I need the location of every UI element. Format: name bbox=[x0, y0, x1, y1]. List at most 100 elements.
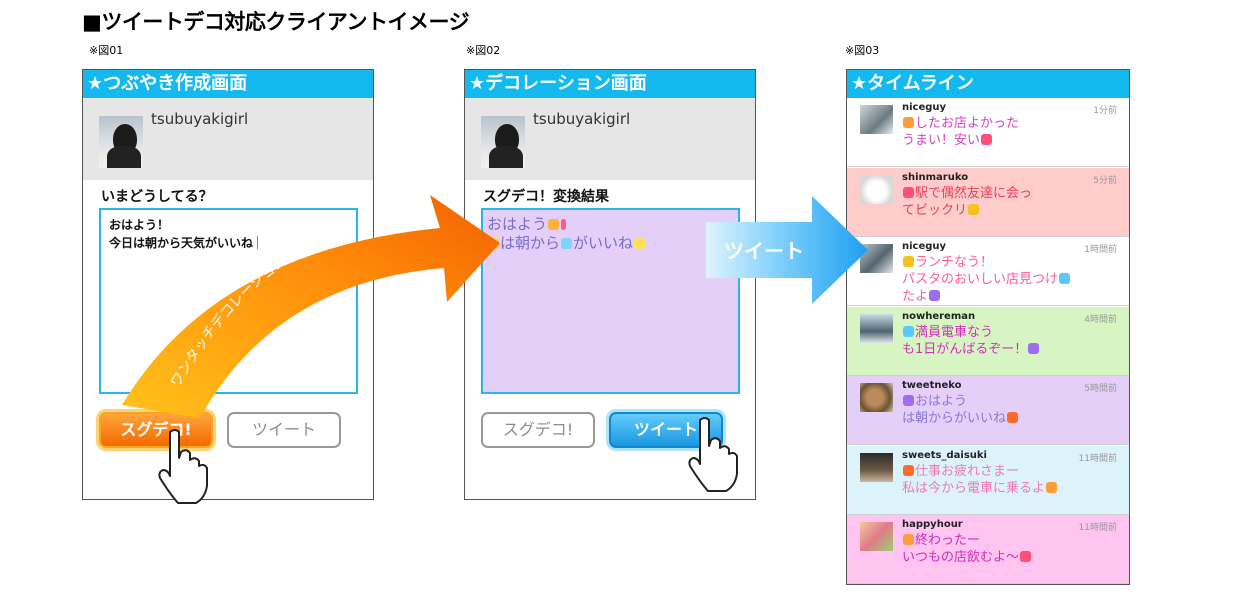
timeline-list: niceguy 1分前したお店よかったうまい！安い shinmaruko 5分前駅で偶… bbox=[847, 98, 1129, 584]
timeline-message-line: パスタのおいしい店見つけ bbox=[902, 272, 1059, 287]
timeline-row[interactable]: niceguy 1時間前ランチなう！ パスタのおいしい店見つけ たよ bbox=[847, 237, 1129, 306]
tweet-text-line1: おはよう！ bbox=[109, 218, 170, 232]
avatar[interactable] bbox=[860, 174, 893, 204]
timeline-username[interactable]: niceguy bbox=[902, 102, 946, 113]
flower-emoji-icon bbox=[548, 219, 560, 230]
avatar[interactable] bbox=[860, 522, 893, 551]
fig2-label: ※図02 bbox=[466, 44, 501, 57]
timeline-message-line: うまい！安い bbox=[902, 133, 981, 148]
page-title: ■ツイートデコ対応クライアントイメージ bbox=[82, 10, 470, 34]
deco-text-line2a: は朝から bbox=[500, 234, 561, 252]
deco-emoji-icon bbox=[903, 325, 914, 337]
avatar[interactable] bbox=[860, 383, 893, 412]
decorated-text-box[interactable]: おはよう は朝から がいいね bbox=[481, 208, 740, 394]
timeline-timestamp: 11時間前 bbox=[1078, 453, 1117, 464]
avatar bbox=[99, 116, 143, 168]
deco-emoji-icon bbox=[903, 117, 914, 128]
text-cursor bbox=[257, 236, 259, 249]
avatar[interactable] bbox=[860, 244, 893, 273]
timeline-username[interactable]: niceguy bbox=[902, 241, 946, 252]
deco-emoji-icon bbox=[929, 290, 941, 301]
timeline-row[interactable]: tweetneko 5時間前おはようは朝からがいいね bbox=[847, 376, 1129, 445]
sugudeco-button[interactable]: スグデコ! bbox=[99, 412, 213, 448]
timeline-timestamp: 1分前 bbox=[1093, 106, 1117, 116]
deco-text-line1: おはよう bbox=[487, 215, 548, 233]
tweet-button[interactable]: ツイート bbox=[227, 412, 341, 448]
timeline-row[interactable]: happyhour 11時間前終わったーいつもの店飲むよ〜 bbox=[847, 515, 1129, 584]
timeline-message: 仕事お疲れさまー 私は今から電車に乗るよ bbox=[902, 463, 1058, 497]
deco-emoji-icon bbox=[1020, 551, 1032, 562]
tweet-button[interactable]: ツイート bbox=[609, 412, 723, 448]
deco-emoji-icon bbox=[1028, 342, 1040, 354]
decoration-header: ★デコレーション画面 bbox=[465, 70, 755, 98]
timeline-timestamp: 5分前 bbox=[1093, 175, 1117, 186]
fig3-label: ※図03 bbox=[845, 44, 880, 57]
timeline-message: 終わったーいつもの店飲むよ〜 bbox=[902, 532, 1032, 566]
timeline-message-line: したお店よかった bbox=[915, 116, 1020, 131]
timeline-message: したお店よかったうまい！安い bbox=[902, 115, 1019, 149]
compose-header: ★つぶやき作成画面 bbox=[83, 70, 373, 98]
timeline-timestamp: 11時間前 bbox=[1078, 523, 1117, 533]
face-emoji-icon bbox=[488, 238, 499, 249]
timeline-username[interactable]: nowhereman bbox=[902, 311, 975, 322]
timeline-row[interactable]: nowhereman 4時間前満員電車なう も1日がんばるぞー！ bbox=[847, 306, 1129, 376]
timeline-username[interactable]: sweets_daisuki bbox=[902, 450, 987, 461]
timeline-message-line: 終わったー bbox=[915, 533, 981, 548]
timeline-row[interactable]: shinmaruko 5分前駅で偶然友達に会っ てビックリ bbox=[847, 167, 1129, 237]
deco-emoji-icon bbox=[903, 534, 914, 545]
timeline-message-line: たよ bbox=[902, 289, 929, 304]
timeline-message: おはようは朝からがいいね bbox=[902, 393, 1019, 427]
deco-emoji-icon bbox=[1046, 481, 1058, 493]
timeline-timestamp: 5時間前 bbox=[1084, 384, 1117, 394]
timeline-header: ★タイムライン bbox=[847, 70, 1129, 98]
deco-text-line2b: がいいね bbox=[573, 234, 634, 252]
timeline-message: 満員電車なう も1日がんばるぞー！ bbox=[902, 324, 1040, 358]
timeline-message-line: は朝からがいいね bbox=[902, 411, 1007, 426]
deco-emoji-icon bbox=[903, 256, 914, 267]
username: tsubuyakigirl bbox=[533, 110, 631, 128]
timeline-message-line: も1日がんばるぞー！ bbox=[902, 341, 1028, 357]
tweet-input[interactable]: おはよう！ 今日は朝から天気がいいね bbox=[99, 208, 358, 394]
deco-emoji-icon bbox=[1007, 412, 1019, 423]
conversion-result-label: スグデコ！変換結果 bbox=[483, 189, 609, 205]
username: tsubuyakigirl bbox=[151, 110, 249, 128]
deco-emoji-icon bbox=[968, 203, 980, 215]
deco-emoji-icon bbox=[903, 464, 914, 476]
deco-emoji-icon bbox=[1059, 273, 1071, 284]
timeline-username[interactable]: happyhour bbox=[902, 519, 963, 530]
timeline-message-line: 私は今から電車に乗るよ bbox=[902, 480, 1046, 496]
profile-area: tsubuyakigirl bbox=[83, 98, 373, 180]
avatar[interactable] bbox=[860, 452, 893, 482]
avatar[interactable] bbox=[860, 313, 893, 343]
compose-prompt: いまどうしてる？ bbox=[101, 189, 213, 205]
exclamation-emoji-icon bbox=[561, 219, 567, 230]
timeline-username[interactable]: tweetneko bbox=[902, 380, 962, 391]
timeline-username[interactable]: shinmaruko bbox=[902, 172, 968, 183]
profile-area: tsubuyakigirl bbox=[465, 98, 755, 180]
weather-emoji-icon bbox=[561, 238, 573, 249]
timeline-message: ランチなう！ パスタのおいしい店見つけ たよ bbox=[902, 254, 1071, 305]
avatar bbox=[481, 116, 525, 168]
decoration-screen: ★デコレーション画面 tsubuyakigirl スグデコ！変換結果 おはよう … bbox=[464, 69, 756, 500]
timeline-message-line: いつもの店飲むよ〜 bbox=[902, 550, 1020, 565]
timeline-timestamp: 1時間前 bbox=[1084, 245, 1117, 255]
deco-emoji-icon bbox=[981, 134, 993, 145]
smile-emoji-icon bbox=[634, 238, 646, 249]
timeline-timestamp: 4時間前 bbox=[1084, 314, 1117, 325]
timeline-row[interactable]: niceguy 1分前したお店よかったうまい！安い bbox=[847, 98, 1129, 167]
timeline-message-line: 仕事お疲れさまー bbox=[915, 463, 1020, 479]
timeline-message-line: てビックリ bbox=[902, 202, 968, 218]
sugudeco-button[interactable]: スグデコ! bbox=[481, 412, 595, 448]
timeline-message-line: 駅で偶然友達に会っ bbox=[915, 185, 1033, 201]
deco-emoji-icon bbox=[903, 186, 914, 198]
timeline-message-line: 満員電車なう bbox=[915, 324, 994, 340]
timeline-screen: ★タイムライン niceguy 1分前したお店よかったうまい！安い shinmaru… bbox=[846, 69, 1130, 585]
timeline-row[interactable]: sweets_daisuki 11時間前仕事お疲れさまー 私は今から電車に乗るよ bbox=[847, 445, 1129, 515]
timeline-message: 駅で偶然友達に会っ てビックリ bbox=[902, 185, 1032, 219]
avatar[interactable] bbox=[860, 105, 893, 134]
tweet-text-line2: 今日は朝から天気がいいね bbox=[109, 236, 254, 250]
deco-emoji-icon bbox=[903, 395, 914, 406]
timeline-message-line: おはよう bbox=[915, 394, 968, 409]
timeline-message-line: ランチなう！ bbox=[915, 255, 994, 270]
fig1-label: ※図01 bbox=[89, 44, 124, 57]
